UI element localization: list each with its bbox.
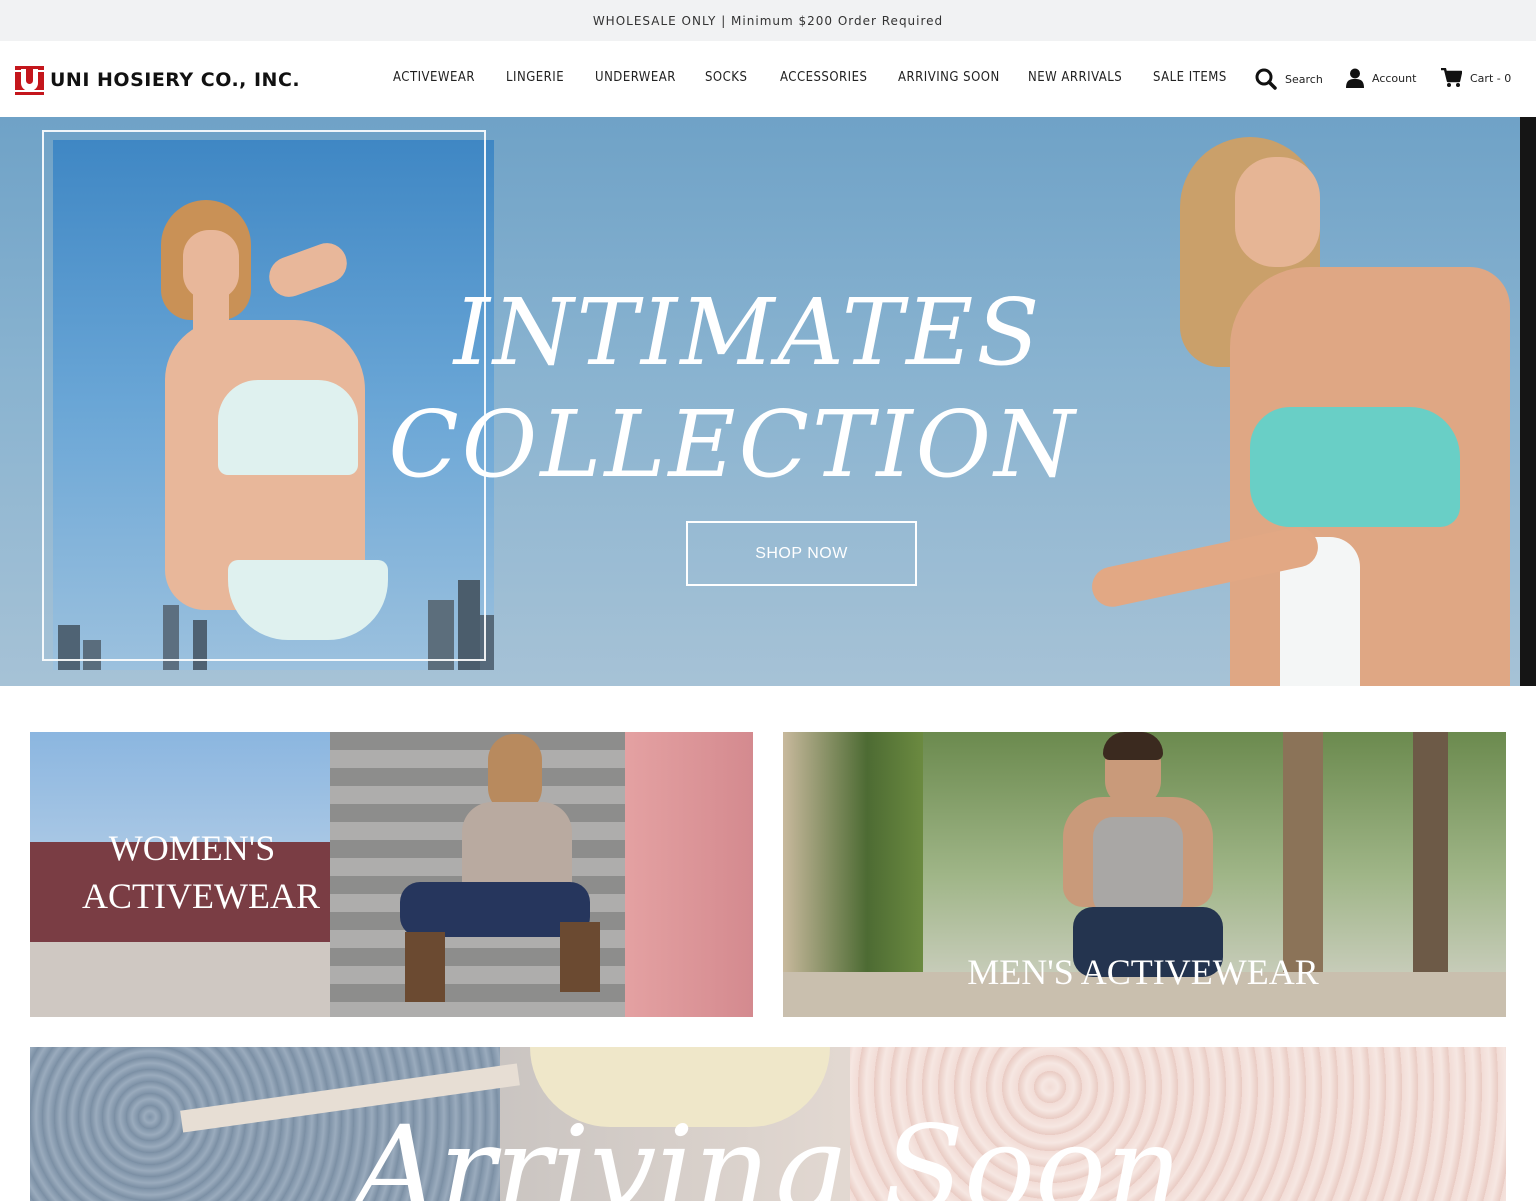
arriving-soon-title: Arriving Soon [353, 1100, 1183, 1201]
nav-item-arriving-soon[interactable]: ARRIVING SOON [898, 70, 1000, 85]
arriving-soon-banner[interactable]: Arriving Soon [30, 1047, 1506, 1201]
nav-item-activewear[interactable]: ACTIVEWEAR [393, 70, 475, 85]
hero-title-line2: COLLECTION [388, 391, 1078, 498]
hero-banner[interactable]: INTIMATES COLLECTION SHOP NOW [0, 117, 1520, 686]
announcement-bar: WHOLESALE ONLY | Minimum $200 Order Requ… [0, 0, 1536, 41]
nav-item-socks[interactable]: SOCKS [705, 70, 747, 85]
search-icon [1255, 68, 1277, 90]
nav-item-sale-items[interactable]: SALE ITEMS [1153, 70, 1227, 85]
woman-figure [400, 732, 600, 1012]
womens-title-line1: WOMEN'S [108, 828, 276, 868]
hero-title-line1: INTIMATES [453, 279, 1043, 386]
mens-activewear-tile[interactable]: MEN'S ACTIVEWEAR [783, 732, 1506, 1017]
account-link[interactable]: Account [1346, 68, 1416, 88]
nav-item-accessories[interactable]: ACCESSORIES [780, 70, 867, 85]
cart-label: Cart - 0 [1470, 71, 1512, 85]
womens-activewear-title: WOMEN'S ACTIVEWEAR [82, 824, 320, 920]
site-header: UNI HOSIERY CO., INC. ACTIVEWEAR LINGERI… [0, 41, 1536, 117]
mens-activewear-title: MEN'S ACTIVEWEAR [967, 952, 1319, 992]
hero-edge [1520, 117, 1536, 686]
logo-mark-icon [15, 65, 44, 95]
rooftop-floor [30, 942, 340, 1017]
nav-item-lingerie[interactable]: LINGERIE [506, 70, 564, 85]
brand-name: UNI HOSIERY CO., INC. [50, 69, 301, 91]
hero-title: INTIMATES COLLECTION [0, 277, 1520, 501]
announcement-text: WHOLESALE ONLY | Minimum $200 Order Requ… [592, 13, 944, 28]
user-icon [1346, 68, 1364, 88]
womens-title-line2: ACTIVEWEAR [82, 876, 320, 916]
cart-icon [1441, 68, 1462, 87]
cart-link[interactable]: Cart - 0 [1441, 68, 1511, 88]
search-label: Search [1285, 72, 1323, 86]
nav-item-new-arrivals[interactable]: NEW ARRIVALS [1028, 70, 1122, 85]
search-link[interactable]: Search [1255, 68, 1323, 90]
right-model-face [1235, 157, 1320, 267]
womens-activewear-tile[interactable]: WOMEN'S ACTIVEWEAR [30, 732, 753, 1017]
pink-wall [625, 732, 753, 1017]
nav-item-underwear[interactable]: UNDERWEAR [595, 70, 676, 85]
brand-logo[interactable]: UNI HOSIERY CO., INC. [15, 65, 300, 95]
shop-now-button[interactable]: SHOP NOW [686, 521, 917, 586]
account-label: Account [1372, 71, 1417, 85]
